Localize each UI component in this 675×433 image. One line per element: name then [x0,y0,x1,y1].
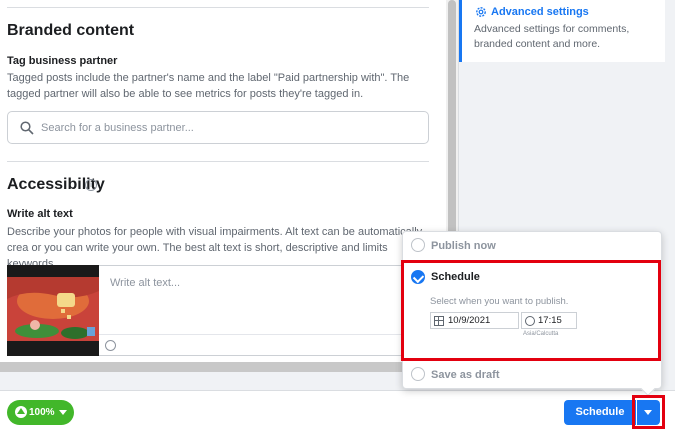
partner-search-input[interactable]: Search for a business partner... [7,111,429,144]
info-icon[interactable]: i [85,179,97,191]
advanced-settings-card[interactable]: Advanced settings Advanced settings for … [459,0,665,62]
advanced-settings-title[interactable]: Advanced settings [491,6,589,18]
tag-partner-description: Tagged posts include the partner's name … [7,72,410,100]
tag-partner-title: Tag business partner [7,55,118,67]
upload-icon [15,406,27,418]
schedule-highlight-box [401,260,661,361]
publish-now-radio[interactable] [411,238,425,252]
scrollbar-thumb[interactable] [448,0,456,238]
search-icon [20,121,34,135]
branded-content-title: Branded content [7,22,135,39]
divider [99,334,445,335]
divider [7,7,429,8]
alt-text-placeholder: Write alt text... [110,277,181,289]
advanced-settings-description: Advanced settings for comments, branded … [474,23,630,50]
dropdown-highlight-box [632,395,665,429]
caret-down-icon [59,410,67,415]
horizontal-scrollbar[interactable] [0,362,458,372]
upload-progress-button[interactable]: 100% [7,400,74,425]
alt-text-title: Write alt text [7,208,73,220]
publish-now-label[interactable]: Publish now [431,240,496,252]
alt-text-input[interactable]: Write alt text... [99,265,446,356]
composer-panel: Branded content Tag business partner Tag… [0,0,446,372]
divider [7,161,429,162]
photo-thumbnail [7,265,99,356]
save-draft-label[interactable]: Save as draft [431,369,499,381]
emoji-icon[interactable] [105,340,116,351]
gear-icon [476,7,486,17]
schedule-button[interactable]: Schedule [564,400,636,425]
upload-progress-value: 100% [29,407,55,418]
thumbnail-image [7,265,99,356]
save-draft-radio[interactable] [411,367,425,381]
search-placeholder: Search for a business partner... [41,122,194,134]
